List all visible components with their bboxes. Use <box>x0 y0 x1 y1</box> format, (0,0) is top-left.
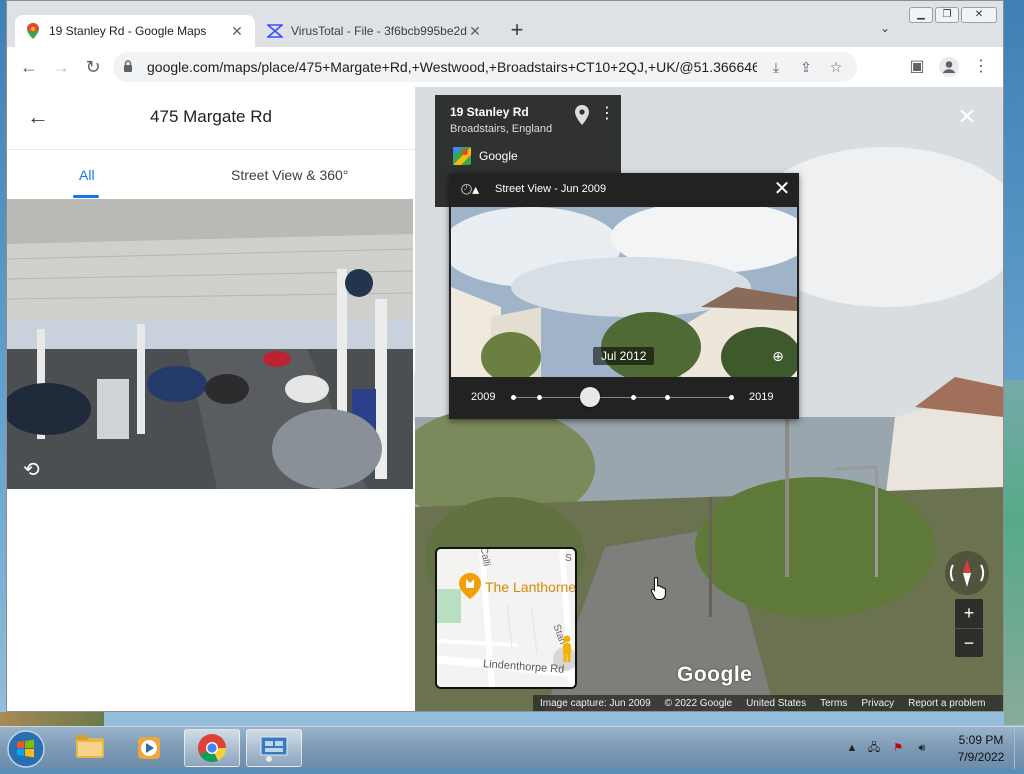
street-view-timeline: 🕘︎▴ Street View - Jun 2009 ✕ Jul 2012 ⊕ … <box>449 173 799 419</box>
address-bar[interactable]: google.com/maps/place/475+Margate+Rd,+We… <box>113 52 857 82</box>
back-icon[interactable]: ← <box>17 55 41 79</box>
close-tab-icon[interactable]: ✕ <box>229 23 245 39</box>
show-desktop-button[interactable] <box>1014 727 1024 769</box>
google-maps-logo-icon <box>453 147 471 165</box>
history-clock-icon[interactable]: 🕘︎▴ <box>461 181 489 199</box>
desktop-wallpaper-strip <box>1004 380 1024 725</box>
volume-icon[interactable]: 🔊︎ <box>914 740 930 756</box>
copyright: © 2022 Google <box>664 697 733 709</box>
zoom-preview-icon[interactable]: ⊕ <box>767 345 789 367</box>
virustotal-icon <box>267 23 283 39</box>
timeline-dot[interactable] <box>631 395 636 400</box>
tab-title: VirusTotal - File - 3f6bcb995be2d <box>291 24 467 38</box>
timeline-slider-knob[interactable] <box>580 387 600 407</box>
location-pin-icon[interactable] <box>575 105 589 125</box>
tab-google-maps[interactable]: 19 Stanley Rd - Google Maps ✕ <box>15 15 255 47</box>
share-icon[interactable]: ⇪ <box>795 56 817 78</box>
google-watermark: Google <box>677 663 753 686</box>
timeline-dot[interactable] <box>729 395 734 400</box>
more-vert-icon[interactable]: ⋮ <box>599 105 615 125</box>
timeline-dot[interactable] <box>665 395 670 400</box>
poi-pin-icon[interactable] <box>459 573 481 599</box>
new-tab-icon[interactable]: + <box>505 19 529 43</box>
zoom-controls: + − <box>955 599 983 657</box>
system-tray: ▲ 🖧︎ ⚑ 🔊︎ 5:09 PM 7/9/2022 <box>840 727 1024 769</box>
terms-link[interactable]: Terms <box>813 698 854 709</box>
start-button[interactable] <box>6 729 46 769</box>
browser-window: 19 Stanley Rd - Google Maps ✕ VirusTotal… <box>6 0 1004 712</box>
profile-avatar-icon[interactable] <box>937 55 961 79</box>
chevron-down-icon[interactable]: ⌄ <box>875 21 895 41</box>
tab-title: 19 Stanley Rd - Google Maps <box>49 24 207 38</box>
poi-label[interactable]: The Lanthorne <box>485 579 575 595</box>
rotate-360-icon: ⟲ <box>23 459 40 481</box>
url-text[interactable]: google.com/maps/place/475+Margate+Rd,+We… <box>147 59 757 75</box>
privacy-link[interactable]: Privacy <box>854 698 901 709</box>
timeline-track[interactable] <box>513 397 733 398</box>
google-maps-pin-icon <box>25 23 41 39</box>
install-icon[interactable]: ⤓ <box>765 56 787 78</box>
zoom-out-button[interactable]: − <box>955 628 983 657</box>
timeline-year-end: 2019 <box>749 391 774 403</box>
side-panel-icon[interactable]: ▣ <box>905 55 929 79</box>
file-explorer-taskbar-button[interactable] <box>62 729 118 767</box>
bookmark-star-icon[interactable]: ☆ <box>825 56 847 78</box>
street-label: S <box>565 553 572 564</box>
timeline-dot[interactable] <box>511 395 516 400</box>
desktop-wallpaper-strip <box>0 712 104 726</box>
compass-icon[interactable] <box>945 551 989 595</box>
street-view-panorama[interactable]: 19 Stanley Rd Broadstairs, England ⋮ Goo… <box>415 87 1003 711</box>
provider-label: Google <box>479 149 518 163</box>
street-view-footer: Image capture: Jun 2009 © 2022 Google Un… <box>533 695 1003 711</box>
timeline-year-start: 2009 <box>471 391 496 403</box>
address-title[interactable]: 19 Stanley Rd <box>450 105 529 119</box>
image-capture-date: Image capture: Jun 2009 <box>540 697 651 709</box>
network-icon[interactable]: 🖧︎ <box>866 740 882 756</box>
close-window-icon[interactable]: ✕ <box>961 7 997 23</box>
chrome-taskbar-button[interactable] <box>184 729 240 767</box>
clock-date[interactable]: 7/9/2022 <box>948 750 1014 764</box>
place-photo[interactable]: ⟲ <box>7 199 413 489</box>
browser-toolbar: ← → ↻ google.com/maps/place/475+Margate+… <box>7 47 1003 88</box>
reload-icon[interactable]: ↻ <box>81 55 105 79</box>
timeline-dot[interactable] <box>537 395 542 400</box>
close-street-view-icon[interactable]: ✕ <box>955 105 979 129</box>
action-center-flag-icon[interactable]: ⚑ <box>890 740 906 756</box>
close-timeline-icon[interactable]: ✕ <box>771 178 793 200</box>
show-hidden-icons-icon[interactable]: ▲ <box>844 740 860 756</box>
hand-cursor-icon <box>650 576 668 600</box>
place-panel: ← 475 Margate Rd All Street View & 360° <box>7 87 415 711</box>
pegman-icon[interactable] <box>561 635 573 663</box>
timeline-header: 🕘︎▴ Street View - Jun 2009 ✕ <box>449 173 799 207</box>
minimize-icon[interactable]: ▁ <box>909 7 933 23</box>
minimap[interactable]: The Lanthorne Calli S Stan Lindenthorpe … <box>435 547 577 689</box>
timeline-preview-image[interactable]: Jul 2012 ⊕ <box>451 207 797 377</box>
tab-all[interactable]: All <box>79 167 95 183</box>
report-problem-link[interactable]: Report a problem <box>901 698 992 709</box>
address-subtitle: Broadstairs, England <box>450 123 553 135</box>
media-player-taskbar-button[interactable] <box>122 729 178 767</box>
timeline-label: Street View - Jun 2009 <box>495 183 607 195</box>
windows-taskbar: ▲ 🖧︎ ⚑ 🔊︎ 5:09 PM 7/9/2022 <box>0 726 1024 769</box>
close-tab-icon[interactable]: ✕ <box>467 23 483 39</box>
remote-desktop-taskbar-button[interactable] <box>246 729 302 767</box>
tab-virustotal[interactable]: VirusTotal - File - 3f6bcb995be2d ✕ <box>257 15 493 47</box>
preview-date: Jul 2012 <box>593 347 655 365</box>
zoom-in-button[interactable]: + <box>955 599 983 628</box>
page-content: ← 475 Margate Rd All Street View & 360° <box>7 87 1003 711</box>
active-tab-indicator <box>73 195 99 198</box>
menu-kebab-icon[interactable]: ⋮ <box>969 55 993 79</box>
place-title: 475 Margate Rd <box>150 107 272 126</box>
region-link[interactable]: United States <box>739 698 813 709</box>
clock-time[interactable]: 5:09 PM <box>948 733 1014 747</box>
tab-street-view-360[interactable]: Street View & 360° <box>231 167 348 183</box>
restore-icon[interactable]: ❐ <box>935 7 959 23</box>
place-panel-header: ← 475 Margate Rd <box>7 87 415 150</box>
lock-icon[interactable] <box>123 59 137 75</box>
tab-strip: 19 Stanley Rd - Google Maps ✕ VirusTotal… <box>7 1 1003 47</box>
forward-icon[interactable]: → <box>49 55 73 79</box>
